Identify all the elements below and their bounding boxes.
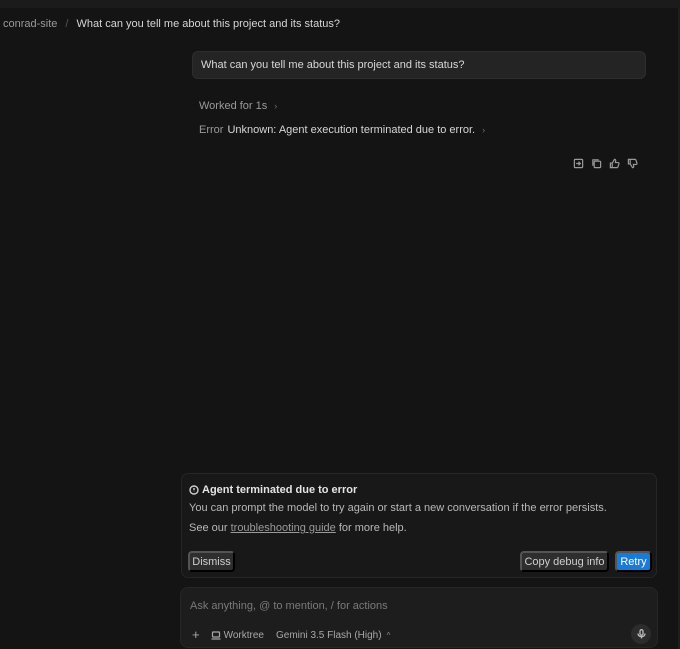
worktree-label: Worktree [223,629,264,641]
breadcrumb-project[interactable]: conrad-site [3,18,57,30]
retry-button[interactable]: Retry [615,551,652,572]
alert-circle-icon [189,485,199,495]
microphone-icon [636,629,646,639]
thumbs-up-icon[interactable] [608,157,620,169]
model-label: Gemini 3.5 Flash (High) [275,629,382,641]
chevron-up-icon: ^ [386,630,391,640]
user-message-text: What can you tell me about this project … [201,59,465,71]
help-suffix: for more help. [335,522,407,534]
insert-icon[interactable] [572,157,584,169]
error-card-header: Agent terminated due to error [189,483,357,497]
error-label: Error [199,124,224,136]
model-selector[interactable]: Gemini 3.5 Flash (High) ^ [276,630,390,641]
error-toggle[interactable]: Error Unknown: Agent execution terminate… [199,123,485,137]
worked-for-label: Worked for 1s [199,100,268,112]
help-prefix: See our [189,522,231,534]
error-card: Agent terminated due to error You can pr… [181,473,657,578]
thumbs-down-icon[interactable] [626,157,638,169]
error-card-title: Agent terminated due to error [202,484,358,496]
worked-for-toggle[interactable]: Worked for 1s › [199,99,277,113]
troubleshooting-guide-link[interactable]: troubleshooting guide [231,522,336,534]
composer-input[interactable]: Ask anything, @ to mention, / for action… [190,600,388,612]
worktree-selector[interactable]: Worktree [211,630,264,641]
composer: Ask anything, @ to mention, / for action… [180,587,658,648]
microphone-button[interactable] [631,624,651,644]
composer-toolbar: + Worktree Gemini 3.5 Flash (High) ^ [192,628,390,642]
window-top-bar [0,0,680,8]
chevron-right-icon: › [274,101,278,111]
laptop-icon [211,630,221,640]
copy-icon[interactable] [590,157,602,169]
breadcrumb-separator: / [65,18,69,30]
add-icon[interactable]: + [192,628,200,642]
breadcrumb: conrad-site / What can you tell me about… [3,17,340,31]
error-message: Unknown: Agent execution terminated due … [227,124,476,136]
error-card-help: See our troubleshooting guide for more h… [189,522,407,534]
chevron-right-icon: › [482,125,486,135]
user-message-bubble[interactable]: What can you tell me about this project … [192,51,646,79]
error-card-description: You can prompt the model to try again or… [189,502,607,514]
dismiss-button[interactable]: Dismiss [188,551,235,572]
breadcrumb-conversation-title: What can you tell me about this project … [76,18,341,30]
copy-debug-info-button[interactable]: Copy debug info [520,551,609,572]
message-actions [572,157,638,169]
